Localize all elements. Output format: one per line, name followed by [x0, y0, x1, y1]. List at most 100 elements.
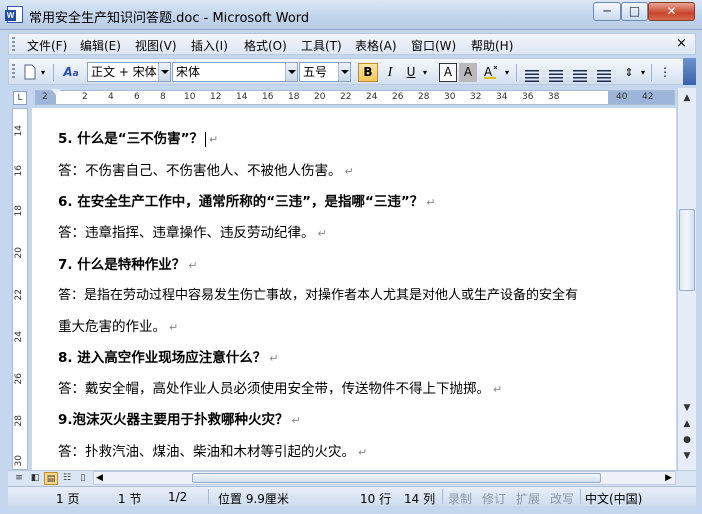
ruler-tick: 32	[470, 92, 482, 102]
menu-table[interactable]: 表格(A)	[355, 37, 397, 54]
paragraph-mark: ↵	[358, 446, 368, 459]
menu-help[interactable]: 帮助(H)	[471, 37, 513, 54]
line-spacing-icon[interactable]: ⇕	[619, 63, 639, 82]
line-text: 6. 在安全生产工作中，通常所称的“三违”，是指哪“三违”？	[58, 194, 424, 210]
ruler-tick: 24	[14, 331, 24, 343]
question-line[interactable]: 7. 什么是特种作业？ ↵	[58, 253, 197, 273]
font-combo[interactable]: 宋体	[172, 62, 298, 82]
ruler-tick: 40	[616, 92, 628, 102]
status-ext[interactable]: 扩展	[516, 490, 540, 507]
paragraph-mark: ↵	[188, 259, 198, 272]
italic-button[interactable]: I	[380, 63, 400, 82]
reading-layout-view-icon[interactable]: ▯	[76, 472, 90, 485]
answer-line[interactable]: 重大危害的作业。 ↵	[58, 315, 178, 335]
status-trk[interactable]: 修订	[482, 490, 506, 507]
highlight-dropdown-icon[interactable]: ▾	[503, 63, 511, 82]
font-size-combo[interactable]: 五号	[299, 62, 351, 82]
normal-view-icon[interactable]: ≡	[12, 472, 26, 485]
align-center-button[interactable]	[545, 63, 567, 82]
web-layout-view-icon[interactable]: ◧	[28, 472, 42, 485]
chevron-down-icon[interactable]	[285, 63, 297, 81]
next-page-button[interactable]: ▼	[679, 448, 695, 464]
new-document-icon[interactable]	[21, 63, 39, 82]
status-ovr[interactable]: 改写	[550, 490, 574, 507]
question-line[interactable]: 6. 在安全生产工作中，通常所称的“三违”，是指哪“三违”？ ↵	[58, 190, 435, 210]
menu-window[interactable]: 窗口(W)	[411, 37, 456, 54]
status-rec[interactable]: 录制	[448, 490, 472, 507]
ruler-tick: 16	[14, 165, 24, 177]
horizontal-scrollbar[interactable]: ◀ ▶	[93, 471, 676, 485]
style-combo[interactable]: 正文 + 宋体	[87, 62, 171, 82]
status-divider	[208, 489, 209, 504]
minimize-button[interactable]: ─	[593, 2, 621, 21]
previous-page-button[interactable]: ▲	[679, 416, 695, 432]
select-browse-object-button[interactable]: ●	[679, 432, 695, 448]
ruler-tick: 18	[14, 205, 24, 217]
ruler-tick: 30	[444, 92, 456, 102]
menu-insert[interactable]: 插入(I)	[191, 37, 228, 54]
scroll-up-button[interactable]: ▲	[679, 90, 695, 106]
status-line: 10 行	[360, 492, 392, 506]
question-line[interactable]: 8. 进入高空作业现场应注意什么？ ↵	[58, 346, 278, 366]
question-line[interactable]: 9.泡沫灭火器主要用于扑救哪种火灾？ ↵	[58, 408, 301, 428]
highlight-button[interactable]: A	[481, 63, 503, 82]
horizontal-scroll-thumb[interactable]	[192, 473, 601, 483]
close-document-button[interactable]: ×	[676, 36, 687, 51]
toolbar-options-icon[interactable]: ▾	[39, 63, 47, 82]
underline-button[interactable]: U	[402, 63, 420, 82]
question-line[interactable]: 5. 什么是“三不伤害”？ ↵	[58, 127, 218, 147]
text-cursor	[204, 131, 206, 147]
vertical-ruler[interactable]: 14 16 18 20 22 24 26 28 30	[12, 108, 28, 470]
character-border-button[interactable]: A	[439, 63, 457, 82]
status-section: 1 节	[118, 492, 142, 506]
numbering-icon[interactable]: ⋮	[655, 63, 675, 82]
answer-line[interactable]: 答：戴安全帽，高处作业人员必须使用安全带，传送物件不得上下抛掷。 ↵	[58, 377, 502, 397]
answer-line[interactable]: 答：违章指挥、违章操作、违反劳动纪律。 ↵	[58, 221, 327, 241]
first-line-indent-marker[interactable]	[51, 89, 61, 95]
character-shading-button[interactable]: A	[459, 63, 477, 82]
align-left-button[interactable]	[521, 63, 543, 82]
menu-edit[interactable]: 编辑(E)	[80, 37, 121, 54]
bold-button[interactable]: B	[358, 63, 378, 82]
chevron-down-icon[interactable]	[338, 63, 350, 81]
align-right-button[interactable]	[569, 63, 591, 82]
word-icon[interactable]	[5, 6, 23, 23]
toolbar-grip-icon[interactable]	[12, 64, 15, 78]
ruler-tick: 28	[14, 415, 24, 427]
status-bar: 1 页 1 节 1/2 位置 9.9厘米 10 行 14 列 录制 修订 扩展 …	[8, 486, 696, 506]
vertical-scroll-thumb[interactable]	[679, 209, 695, 291]
paragraph-mark: ↵	[269, 352, 279, 365]
document-page[interactable]: 5. 什么是“三不伤害”？ ↵ 答：不伤害自己、不伤害他人、不被他人伤害。 ↵ 6.…	[31, 108, 676, 470]
scroll-down-button[interactable]: ▼	[679, 400, 695, 416]
answer-line[interactable]: 答：不伤害自己、不伤害他人、不被他人伤害。 ↵	[58, 159, 354, 179]
menu-format[interactable]: 格式(O)	[244, 37, 287, 54]
close-button[interactable]: ✕	[648, 2, 695, 21]
underline-dropdown-icon[interactable]: ▾	[420, 63, 430, 82]
line-spacing-dropdown-icon[interactable]: ▾	[639, 63, 647, 82]
ruler-tick: 22	[14, 289, 24, 301]
chevron-down-icon[interactable]	[158, 63, 170, 81]
menu-view[interactable]: 视图(V)	[135, 37, 177, 54]
status-language[interactable]: 中文(中国)	[585, 490, 642, 507]
ruler-tick: 4	[108, 92, 114, 102]
tab-selector[interactable]: L	[13, 91, 27, 105]
toolbar-overflow-button[interactable]	[683, 58, 696, 85]
outline-view-icon[interactable]: ☷	[60, 472, 74, 485]
styles-and-formatting-icon[interactable]: Aa	[59, 63, 83, 82]
menu-file[interactable]: 文件(F)	[27, 37, 67, 54]
vertical-scrollbar[interactable]: ▲ ▼ ▲ ● ▼	[677, 88, 696, 470]
line-text: 答：戴安全帽，高处作业人员必须使用安全带，传送物件不得上下抛掷。	[58, 381, 490, 397]
align-right-icon	[573, 70, 587, 82]
window-title: 常用安全生产知识问答题.doc - Microsoft Word	[29, 11, 310, 26]
scroll-right-button[interactable]: ▶	[665, 472, 672, 484]
answer-line[interactable]: 答：扑救汽油、煤油、柴油和木材等引起的火灾。 ↵	[58, 440, 367, 460]
answer-line[interactable]: 答：是指在劳动过程中容易发生伤亡事故，对操作者本人尤其是对他人或生产设备的安全有	[58, 284, 578, 303]
horizontal-ruler[interactable]: 2 2 4 6 8 10 12 14 16 18 20 22 24 26 28 …	[35, 90, 675, 105]
menu-grip-icon[interactable]	[12, 37, 15, 51]
scroll-left-button[interactable]: ◀	[96, 472, 103, 484]
toolbar-separator	[651, 64, 652, 81]
justify-button[interactable]	[593, 63, 615, 82]
print-layout-view-icon[interactable]: ▤	[44, 472, 58, 485]
menu-tools[interactable]: 工具(T)	[301, 37, 342, 54]
maximize-button[interactable]: □	[621, 2, 648, 21]
